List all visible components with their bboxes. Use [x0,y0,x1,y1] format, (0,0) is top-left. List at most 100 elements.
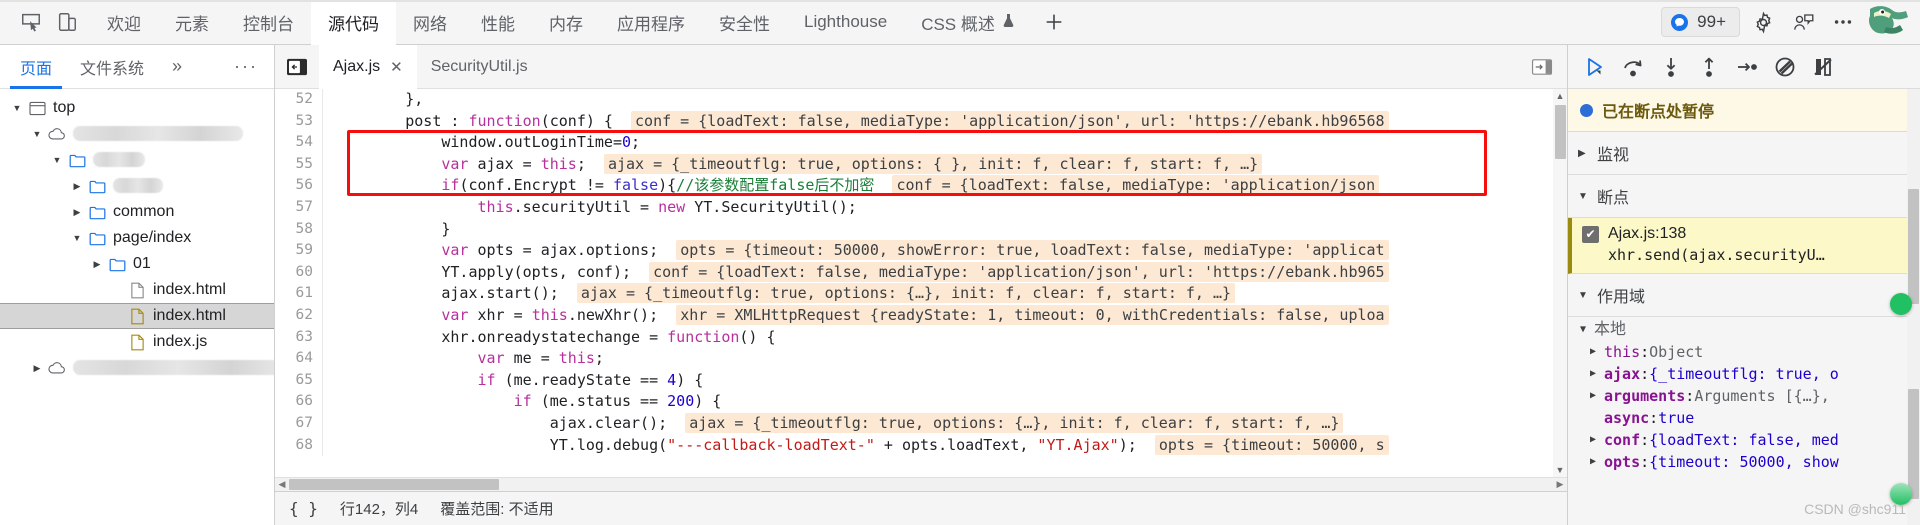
editor-horizontal-scrollbar[interactable]: ◀ ▶ [275,477,1567,491]
issues-button[interactable]: 99+ [1661,7,1740,37]
line-number[interactable]: 68 [275,434,323,457]
navigator-tab-page[interactable]: 页面 [6,45,66,89]
tab-security[interactable]: 安全性 [702,0,787,45]
editor-vertical-scrollbar[interactable]: ▲ ▼ [1553,89,1567,477]
section-scope[interactable]: ▼ 作用域 [1568,274,1920,317]
chevron-right-icon[interactable]: ▶ [68,207,86,218]
line-number[interactable]: 56 [275,175,323,197]
line-number[interactable]: 59 [275,240,323,262]
tab-application[interactable]: 应用程序 [600,0,702,45]
expand-panel-icon[interactable] [1529,56,1555,78]
scroll-right-arrow-icon[interactable]: ▶ [1553,479,1567,490]
tab-sources[interactable]: 源代码 [311,0,396,45]
scope-variable-row[interactable]: ▶ opts: {timeout: 50000, show [1568,451,1920,473]
chevron-down-icon[interactable]: ▼ [68,233,86,243]
chevron-down-icon[interactable]: ▼ [8,103,26,113]
step-out-icon[interactable] [1690,50,1728,84]
section-breakpoints[interactable]: ▼ 断点 [1568,175,1920,218]
chevron-right-icon[interactable]: ▶ [1590,451,1604,473]
step-into-icon[interactable] [1652,50,1690,84]
chevron-right-icon[interactable]: ▶ [28,363,46,374]
scope-variable-row[interactable]: ▶ this: Object [1568,341,1920,363]
step-over-icon[interactable] [1614,50,1652,84]
scroll-up-arrow-icon[interactable]: ▲ [1556,89,1565,103]
line-number[interactable]: 55 [275,153,323,176]
debugger-scroll-thumb-lower[interactable] [1908,389,1919,499]
line-number[interactable]: 66 [275,391,323,413]
line-number[interactable]: 54 [275,132,323,154]
tree-item[interactable]: ▶ [0,355,274,381]
tab-css-overview[interactable]: CSS 概述 [904,0,1032,45]
feedback-icon[interactable] [1786,5,1820,39]
line-number[interactable]: 62 [275,304,323,327]
tab-welcome[interactable]: 欢迎 [90,0,158,45]
chevron-down-icon[interactable]: ▼ [48,155,66,165]
deactivate-breakpoints-icon[interactable] [1766,50,1804,84]
pretty-print-button[interactable]: { } [289,499,318,518]
line-number[interactable]: 52 [275,89,323,111]
line-number[interactable]: 65 [275,369,323,392]
vertical-scroll-thumb[interactable] [1554,105,1566,159]
more-options-icon[interactable] [1826,5,1860,39]
scroll-left-arrow-icon[interactable]: ◀ [275,479,289,490]
line-number[interactable]: 63 [275,326,323,349]
line-number[interactable]: 64 [275,348,323,370]
line-number[interactable]: 67 [275,412,323,435]
chevron-right-icon[interactable]: ▶ [1590,385,1604,407]
debugger-scroll-thumb-upper[interactable] [1908,189,1919,304]
tab-lighthouse[interactable]: Lighthouse [787,0,904,45]
tree-item[interactable]: index.js [0,329,274,355]
editor-tab-ajax-js[interactable]: Ajax.js ✕ [319,44,417,89]
settings-gear-icon[interactable] [1746,5,1780,39]
tree-item[interactable]: index.html [0,277,274,303]
chevron-right-icon[interactable]: ▶ [1590,429,1604,451]
tree-item[interactable]: ▶ [0,173,274,199]
inspect-element-icon[interactable] [14,6,48,38]
line-number[interactable]: 58 [275,218,323,241]
tree-item[interactable]: ▼ [0,147,274,173]
navigator-more-menu-icon[interactable]: ··· [218,56,274,77]
chevron-right-icon[interactable]: ▶ [1590,363,1604,385]
code-token: YT.apply(opts, conf); [333,262,632,281]
chevron-right-icon[interactable]: ▶ [88,259,106,270]
tab-performance[interactable]: 性能 [464,0,532,45]
tree-item[interactable]: ▶ common [0,199,274,225]
tree-item[interactable]: ▶ 01 [0,251,274,277]
line-number[interactable]: 60 [275,261,323,284]
scroll-down-arrow-icon[interactable]: ▼ [1556,463,1565,477]
pause-on-exceptions-icon[interactable] [1804,50,1842,84]
breakpoint-checkbox[interactable]: ✔ [1582,225,1599,243]
editor-tab-securityutil-js[interactable]: SecurityUtil.js [417,45,542,89]
scope-variable-row[interactable]: ▶ arguments: Arguments [{…}, [1568,385,1920,407]
line-number[interactable]: 57 [275,196,323,219]
scope-variable-row[interactable]: async: true [1568,407,1920,429]
tree-item[interactable]: ▼ [0,121,274,147]
tree-item[interactable]: index.html [0,303,274,329]
add-panel-button[interactable] [1032,0,1076,45]
chevron-down-icon[interactable]: ▼ [28,129,46,139]
tab-network[interactable]: 网络 [396,0,464,45]
code-viewer[interactable]: 52 }, 53 post : function(conf) { conf = {… [275,89,1567,491]
tree-item[interactable]: ▼ page/index [0,225,274,251]
resume-script-icon[interactable] [1576,50,1614,84]
collapse-sidebar-icon[interactable] [275,57,319,77]
tab-console[interactable]: 控制台 [226,0,311,45]
scope-variable-row[interactable]: ▶ conf: {loadText: false, med [1568,429,1920,451]
step-icon[interactable] [1728,50,1766,84]
scope-local-header[interactable]: ▼ 本地 [1568,319,1920,341]
line-number[interactable]: 61 [275,283,323,305]
section-watch[interactable]: ▶ 监视 [1568,132,1920,175]
chevron-right-icon[interactable]: ▶ [68,181,86,192]
line-number[interactable]: 53 [275,110,323,133]
navigator-tab-filesystem[interactable]: 文件系统 [66,45,158,89]
scope-variable-row[interactable]: ▶ ajax: {_timeoutflg: true, o [1568,363,1920,385]
device-toolbar-icon[interactable] [50,6,84,38]
tree-item[interactable]: ▼ top [0,95,274,121]
close-icon[interactable]: ✕ [390,58,403,76]
navigator-more-tabs-button[interactable]: » [158,45,196,89]
breakpoint-item[interactable]: ✔ Ajax.js:138 xhr.send(ajax.securityU… [1568,218,1920,274]
tab-memory[interactable]: 内存 [532,0,600,45]
tab-elements[interactable]: 元素 [158,0,226,45]
chevron-right-icon[interactable]: ▶ [1590,341,1604,363]
horizontal-scroll-thumb[interactable] [289,479,499,490]
